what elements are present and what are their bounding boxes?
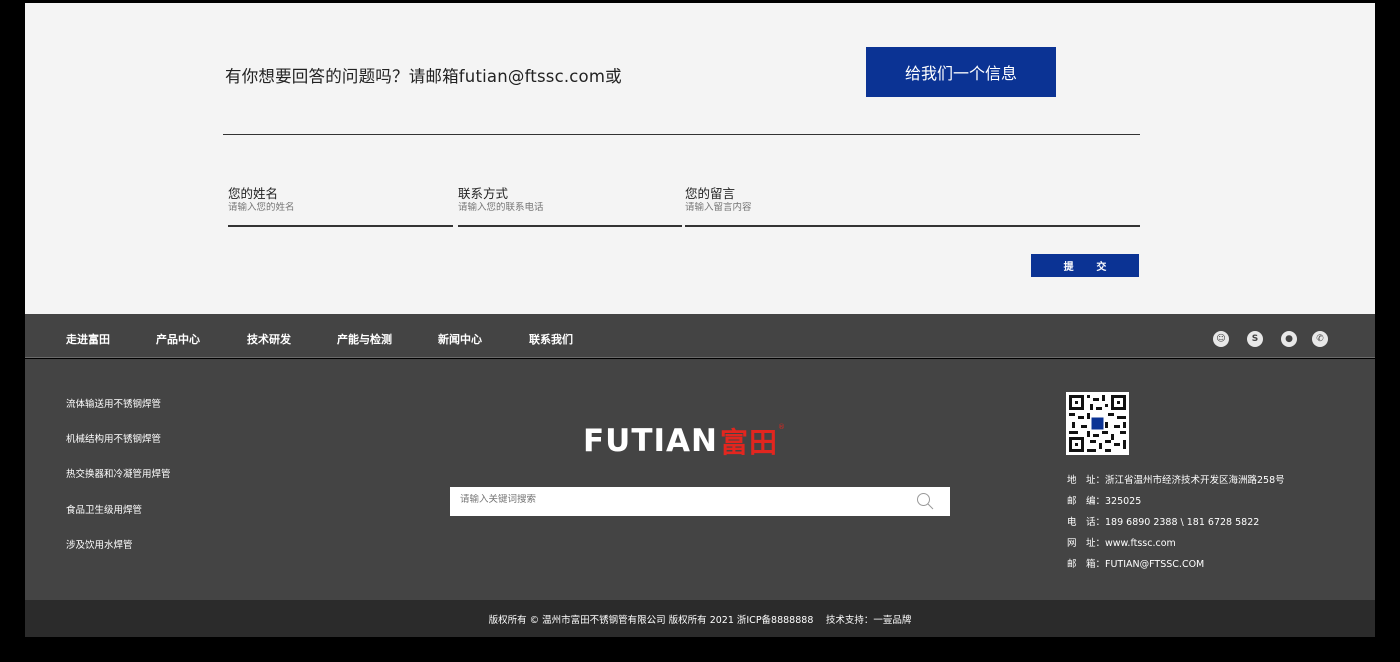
name-input[interactable] — [228, 202, 428, 213]
contact-underline — [458, 225, 682, 227]
name-label: 您的姓名 — [228, 186, 279, 201]
email-key: 邮 箱： — [1067, 559, 1106, 570]
screen-frame: 有你想要回答的问题吗？请邮箱futian@ftssc.com或 给我们一个信息 … — [0, 0, 1400, 662]
phone-value: 189 6890 2388 \ 181 6728 5822 — [1105, 517, 1260, 528]
product-link[interactable]: 热交换器和冷凝管用焊管 — [66, 466, 171, 480]
message-underline — [685, 225, 1140, 227]
address-key: 地 址： — [1067, 475, 1106, 486]
footer-nav: 走进富田 产品中心 技术研发 产能与检测 新闻中心 联系我们 ☺ S ● ✆ — [25, 314, 1375, 358]
registered-mark: ® — [777, 423, 785, 431]
product-link[interactable]: 食品卫生级用焊管 — [66, 502, 142, 516]
copyright-bar: 版权所有 © 温州市富田不锈钢管有限公司 版权所有 2021 浙ICP备8888… — [25, 600, 1375, 637]
contact-input[interactable] — [458, 202, 658, 213]
address-value: 浙江省温州市经济技术开发区海洲路258号 — [1105, 475, 1285, 486]
footer: 流体输送用不锈钢焊管 机械结构用不锈钢焊管 热交换器和冷凝管用焊管 食品卫生级用… — [25, 359, 1375, 601]
contact-field: 联系方式 — [458, 183, 682, 227]
qr-code — [1066, 392, 1129, 455]
product-link[interactable]: 机械结构用不锈钢焊管 — [66, 431, 161, 445]
wechat-icon[interactable]: ● — [1281, 331, 1297, 347]
name-field: 您的姓名 — [228, 183, 453, 227]
website-row: 网 址：www.ftssc.com — [1067, 535, 1176, 549]
address-row: 地 址：浙江省温州市经济技术开发区海洲路258号 — [1067, 472, 1285, 486]
contact-question: 有你想要回答的问题吗？请邮箱futian@ftssc.com或 — [225, 67, 622, 86]
email-row: 邮 箱：FUTIAN@FTSSC.COM — [1067, 556, 1204, 570]
product-link[interactable]: 流体输送用不锈钢焊管 — [66, 396, 161, 410]
postcode-value: 325025 — [1105, 496, 1142, 507]
logo-chinese: 富田 — [719, 426, 778, 459]
divider — [223, 134, 1140, 135]
postcode-row: 邮 编：325025 — [1067, 493, 1141, 507]
website-key: 网 址： — [1067, 538, 1106, 549]
message-input[interactable] — [685, 202, 885, 213]
page: 有你想要回答的问题吗？请邮箱futian@ftssc.com或 给我们一个信息 … — [25, 3, 1375, 637]
product-link[interactable]: 涉及饮用水焊管 — [66, 537, 133, 551]
postcode-key: 邮 编： — [1067, 496, 1106, 507]
nav-item-rnd[interactable]: 技术研发 — [247, 331, 291, 347]
search-icon[interactable] — [916, 492, 934, 510]
logo-text: FUTIAN — [583, 423, 718, 459]
contact-label: 联系方式 — [458, 186, 509, 201]
name-underline — [228, 225, 453, 227]
send-message-button[interactable]: 给我们一个信息 — [866, 47, 1056, 97]
submit-button[interactable]: 提 交 — [1031, 254, 1139, 277]
phone-key: 电 话： — [1067, 517, 1106, 528]
futian-logo: FUTIAN 富田 ® — [583, 421, 785, 461]
qq-icon[interactable]: ☺ — [1213, 331, 1229, 347]
search-box — [450, 487, 950, 516]
message-field: 您的留言 — [685, 183, 1140, 227]
website-value[interactable]: www.ftssc.com — [1105, 538, 1176, 549]
nav-item-products[interactable]: 产品中心 — [156, 331, 200, 347]
skype-icon[interactable]: S — [1247, 331, 1263, 347]
search-input[interactable] — [460, 494, 900, 505]
phone-icon[interactable]: ✆ — [1312, 331, 1328, 347]
nav-item-news[interactable]: 新闻中心 — [438, 331, 482, 347]
message-label: 您的留言 — [685, 186, 736, 201]
contact-section: 有你想要回答的问题吗？请邮箱futian@ftssc.com或 给我们一个信息 … — [25, 3, 1375, 314]
nav-item-about[interactable]: 走进富田 — [66, 331, 110, 347]
nav-item-contact[interactable]: 联系我们 — [529, 331, 573, 347]
copyright-text: 版权所有 © 温州市富田不锈钢管有限公司 版权所有 2021 浙ICP备8888… — [488, 614, 912, 626]
phone-row: 电 话：189 6890 2388 \ 181 6728 5822 — [1067, 514, 1259, 528]
email-value[interactable]: FUTIAN@FTSSC.COM — [1105, 559, 1204, 570]
nav-item-capacity[interactable]: 产能与检测 — [337, 331, 392, 347]
